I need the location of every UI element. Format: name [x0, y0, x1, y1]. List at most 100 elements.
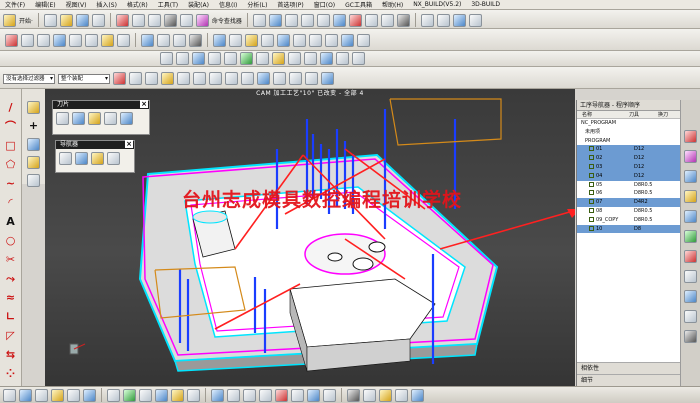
tool-chamfer-icon[interactable] — [104, 112, 117, 125]
method-view-icon[interactable] — [107, 152, 120, 165]
hidden-edges-icon[interactable] — [380, 13, 394, 27]
history-icon[interactable] — [684, 250, 697, 263]
shell-icon[interactable] — [325, 33, 338, 47]
navigator-row[interactable]: 02 D12 — [577, 154, 680, 163]
menu-window[interactable]: 窗口(O) — [309, 0, 340, 9]
layer-settings-icon[interactable] — [468, 13, 482, 27]
csys-icon[interactable] — [27, 138, 40, 151]
chamfer-tool-icon[interactable]: ◸ — [4, 329, 18, 343]
wireframe-icon[interactable] — [364, 13, 378, 27]
avoidance-icon[interactable] — [379, 388, 392, 402]
text-tool-icon[interactable]: A — [4, 215, 18, 229]
unite-icon[interactable] — [141, 33, 154, 47]
delete-object-icon[interactable] — [275, 388, 288, 402]
subtract-icon[interactable] — [157, 33, 170, 47]
delete-icon[interactable] — [163, 13, 177, 27]
pocket-icon[interactable] — [85, 33, 98, 47]
navigator-row[interactable]: 01 D12 — [577, 145, 680, 155]
menu-insert[interactable]: 插入(S) — [91, 0, 122, 9]
line-icon[interactable] — [176, 52, 189, 65]
mid-point-icon[interactable] — [193, 72, 206, 85]
wcs-icon[interactable] — [268, 13, 282, 27]
close-x-icon[interactable] — [189, 33, 202, 47]
machine-tool-view-icon[interactable] — [75, 152, 88, 165]
print-icon[interactable] — [91, 13, 105, 27]
save-icon[interactable] — [75, 13, 89, 27]
line-tool-icon[interactable]: / — [4, 101, 18, 115]
cube-view-icon[interactable] — [332, 13, 346, 27]
shaded-view-icon[interactable] — [348, 13, 362, 27]
simulate-icon[interactable] — [323, 388, 336, 402]
select-all-icon[interactable] — [129, 72, 142, 85]
list-path-icon[interactable] — [155, 388, 168, 402]
zoom-icon[interactable] — [300, 13, 314, 27]
column-name[interactable]: 名称 — [577, 111, 629, 118]
assembly-navigator-icon[interactable] — [684, 130, 697, 143]
end-point-icon[interactable] — [177, 72, 190, 85]
machine-navigator-icon[interactable] — [684, 230, 697, 243]
command-finder-icon[interactable] — [195, 13, 209, 27]
menu-nx-build[interactable]: NX_BUILD(V5.2) — [408, 1, 466, 8]
display-icon[interactable] — [436, 13, 450, 27]
arc-tool-icon[interactable]: ⌒ — [4, 120, 18, 134]
replay-path-icon[interactable] — [123, 388, 136, 402]
copy-object-icon[interactable] — [259, 388, 272, 402]
details-panel[interactable]: 细节 — [577, 374, 680, 386]
menu-format[interactable]: 格式(R) — [122, 0, 153, 9]
polygon-tool-icon[interactable]: ⬠ — [4, 158, 18, 172]
cut-object-icon[interactable] — [243, 388, 256, 402]
geometry-view-icon[interactable] — [91, 152, 104, 165]
display-path-icon[interactable] — [211, 388, 224, 402]
process-studio-icon[interactable] — [684, 290, 697, 303]
split-body-icon[interactable] — [261, 33, 274, 47]
menu-tools[interactable]: 工具(T) — [153, 0, 183, 9]
navigator-row[interactable]: 10 D8 — [577, 224, 680, 234]
point-on-face-icon[interactable] — [305, 72, 318, 85]
mirror-tool-icon[interactable]: ⇆ — [4, 348, 18, 362]
copy-icon[interactable] — [131, 13, 145, 27]
offset-curve-icon[interactable] — [320, 52, 333, 65]
corner-tool-icon[interactable]: ∟ — [4, 310, 18, 324]
close-icon[interactable]: × — [140, 100, 148, 108]
menu-info[interactable]: 信息(I) — [214, 0, 242, 9]
arc-icon[interactable] — [192, 52, 205, 65]
open-folder-icon[interactable] — [59, 13, 73, 27]
paste-icon[interactable] — [147, 13, 161, 27]
create-method-icon[interactable] — [67, 388, 80, 402]
rotate-icon[interactable] — [316, 13, 330, 27]
navigator-row[interactable]: 07 D4R2 — [577, 198, 680, 207]
menu-3d-build[interactable]: 3D-BUILD — [466, 1, 505, 8]
quadrant-point-icon[interactable] — [257, 72, 270, 85]
tool-ball-icon[interactable] — [88, 112, 101, 125]
cylinder-icon[interactable] — [27, 156, 40, 169]
filter-icon[interactable] — [161, 72, 174, 85]
non-cutting-icon[interactable] — [395, 388, 408, 402]
edge-blend-icon[interactable] — [101, 33, 114, 47]
sew-icon[interactable] — [357, 33, 370, 47]
plus-icon[interactable]: + — [27, 119, 41, 133]
measure-icon[interactable] — [240, 52, 253, 65]
feed-rate-icon[interactable] — [347, 388, 360, 402]
reuse-library-icon[interactable] — [684, 190, 697, 203]
thicken-icon[interactable] — [341, 33, 354, 47]
navigator-row[interactable]: PROGRAM — [577, 137, 680, 146]
create-operation-icon[interactable] — [83, 388, 96, 402]
create-geometry-icon[interactable] — [51, 388, 64, 402]
navigator-row[interactable]: 09_COPY D8R0.5 — [577, 216, 680, 225]
render-style-icon[interactable] — [396, 13, 410, 27]
part-navigator-icon[interactable] — [684, 170, 697, 183]
tool-mill-icon[interactable] — [56, 112, 69, 125]
roles-icon[interactable] — [684, 330, 697, 343]
menu-view[interactable]: 视图(V) — [61, 0, 92, 9]
pattern-tool-icon[interactable]: ⁘ — [4, 367, 18, 381]
column-tool-change[interactable]: 换刀 — [658, 111, 679, 118]
navigator-row[interactable]: 未用项 — [577, 128, 680, 137]
menu-assembly[interactable]: 装配(A) — [183, 0, 214, 9]
program-view-icon[interactable] — [59, 152, 72, 165]
spline-icon[interactable] — [208, 52, 221, 65]
tool-drill-icon[interactable] — [72, 112, 85, 125]
block-icon[interactable] — [27, 174, 40, 187]
create-tool-icon[interactable] — [35, 388, 48, 402]
cutting-params-icon[interactable] — [363, 388, 376, 402]
transform-object-icon[interactable] — [291, 388, 304, 402]
